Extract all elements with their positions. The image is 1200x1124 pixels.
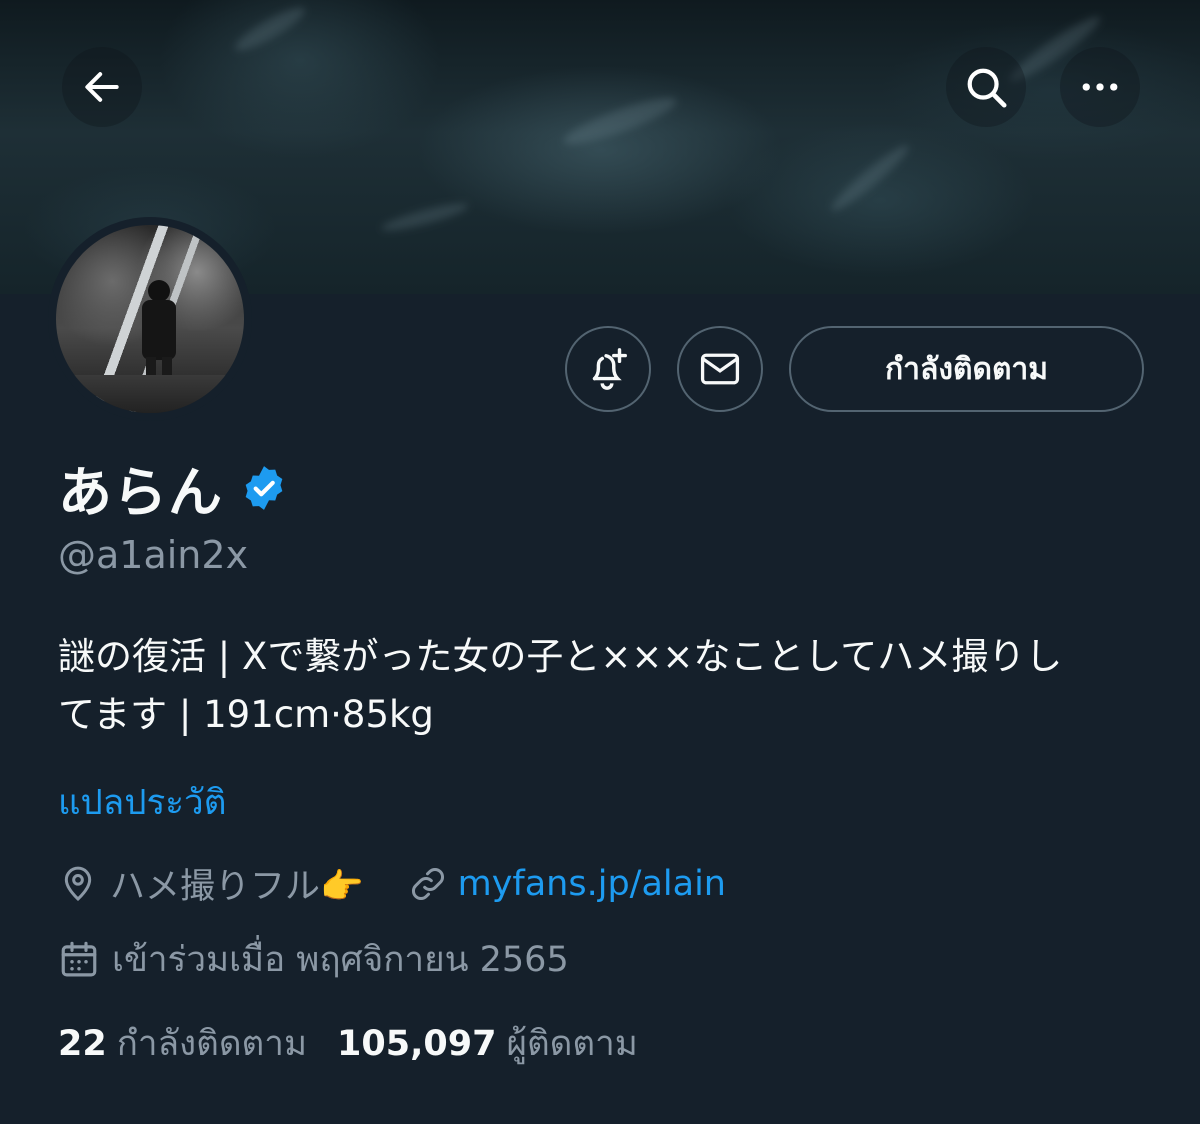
profile-meta-row: ハメ撮りフル👉 myfans.jp/alain bbox=[58, 858, 726, 909]
bio-line: てます | 191cm·85kg bbox=[58, 693, 434, 736]
avatar-photo bbox=[56, 225, 244, 413]
more-button[interactable] bbox=[1060, 47, 1140, 127]
message-button[interactable] bbox=[677, 326, 763, 412]
arrow-left-icon bbox=[85, 72, 119, 102]
more-horizontal-icon bbox=[1082, 83, 1118, 91]
following-count: 22 bbox=[58, 1024, 107, 1064]
joined-row: เข้าร่วมเมื่อ พฤศจิกายน 2565 bbox=[58, 932, 569, 987]
avatar[interactable] bbox=[48, 217, 252, 421]
following-button[interactable]: กำลังติดตาม bbox=[789, 326, 1144, 412]
display-name: あらん bbox=[58, 461, 223, 524]
followers-label: ผู้ติดตาม bbox=[506, 1024, 638, 1064]
verified-badge-icon[interactable] bbox=[239, 463, 289, 513]
following-stat[interactable]: 22 กำลังติดตาม bbox=[58, 1016, 307, 1071]
website-link[interactable]: myfans.jp/alain bbox=[458, 864, 726, 904]
bio-line: 謎の復活 | Xで繋がった女の子と×××なことしてハメ撮りし bbox=[58, 635, 1063, 678]
handle: @a1ain2x bbox=[58, 533, 249, 577]
location-text: ハメ撮りフル👉 bbox=[110, 867, 364, 907]
back-button[interactable] bbox=[62, 47, 142, 127]
followers-stat[interactable]: 105,097 ผู้ติดตาม bbox=[337, 1016, 638, 1071]
bell-plus-icon bbox=[592, 348, 627, 390]
following-label: กำลังติดตาม bbox=[116, 1024, 308, 1064]
link-icon bbox=[411, 867, 444, 900]
search-button[interactable] bbox=[946, 47, 1026, 127]
search-icon bbox=[967, 68, 1007, 108]
location-pin-icon bbox=[64, 866, 92, 901]
bio: 謎の復活 | Xで繋がった女の子と×××なことしてハメ撮りし てます | 191… bbox=[58, 628, 1148, 744]
followers-count: 105,097 bbox=[337, 1024, 497, 1064]
notify-button[interactable] bbox=[565, 326, 651, 412]
display-name-row: あらん bbox=[58, 448, 289, 527]
profile-page: กำลังติดตาม あらん @a1ain2x 謎の復活 | Xで繋がった女の… bbox=[0, 0, 1200, 1124]
joined-date: เข้าร่วมเมื่อ พฤศจิกายน 2565 bbox=[112, 940, 569, 980]
calendar-icon bbox=[61, 941, 97, 976]
follow-stats: 22 กำลังติดตาม 105,097 ผู้ติดตาม bbox=[58, 1016, 638, 1071]
translate-bio-link[interactable]: แปลประวัติ bbox=[58, 775, 226, 830]
mail-icon bbox=[700, 353, 740, 385]
